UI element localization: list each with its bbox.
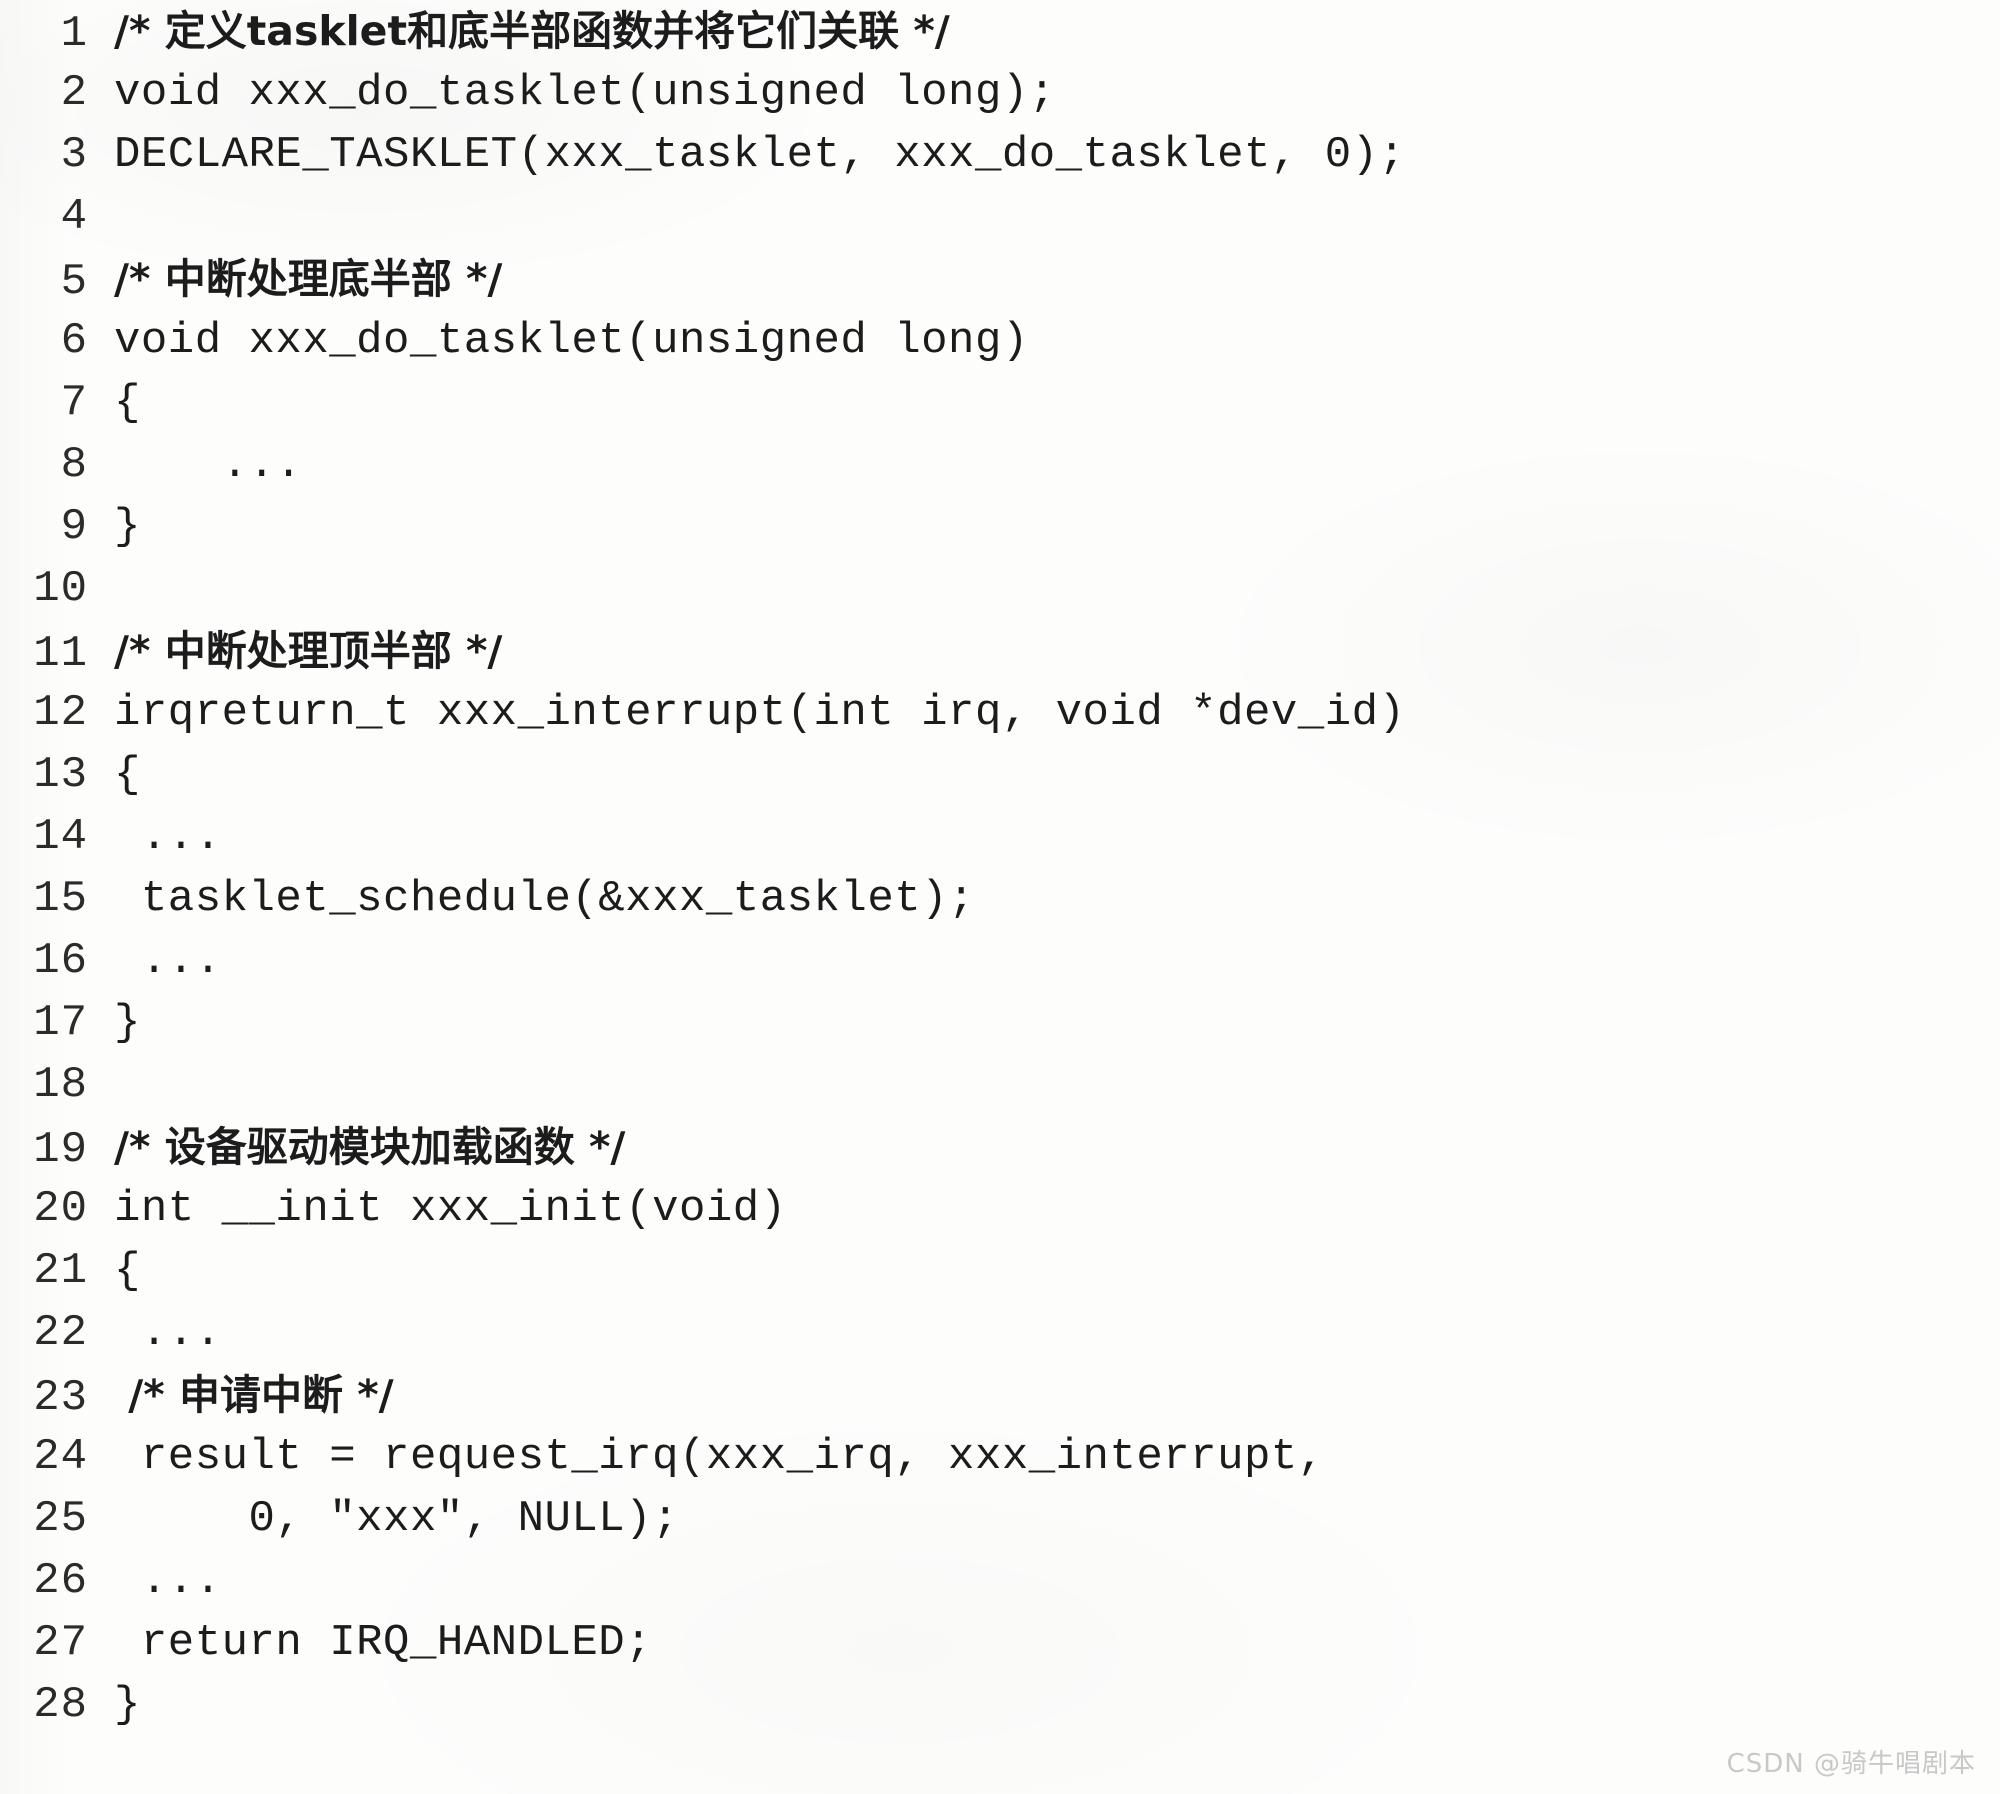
code-line: 20 int __init xxx_init(void) (0, 1178, 2000, 1240)
line-code: /* 中断处理顶半部 */ (114, 627, 503, 675)
line-number: 27 (33, 1618, 88, 1668)
line-number: 13 (33, 750, 88, 800)
line-code: irqreturn_t xxx_interrupt(int irq, void … (114, 688, 1406, 738)
code-line: 14 ... (0, 806, 2000, 868)
line-number: 11 (33, 629, 88, 679)
code-line: 24 result = request_irq(xxx_irq, xxx_int… (0, 1426, 2000, 1488)
line-code: ... (114, 1556, 222, 1606)
line-number: 2 (60, 68, 88, 118)
line-code: { (114, 750, 141, 800)
line-code: /* 定义tasklet和底半部函数并将它们关联 */ (114, 7, 950, 55)
line-number: 14 (33, 812, 88, 862)
line-code: ... (114, 1308, 222, 1358)
line-code: result = request_irq(xxx_irq, xxx_interr… (114, 1432, 1325, 1482)
code-line: 11 /* 中断处理顶半部 */ (0, 620, 2000, 682)
line-code: 0, "xxx", NULL); (114, 1494, 679, 1544)
code-line: 18 (0, 1054, 2000, 1116)
line-code: } (114, 502, 141, 552)
code-line: 6 void xxx_do_tasklet(unsigned long) (0, 310, 2000, 372)
code-line: 5 /* 中断处理底半部 */ (0, 248, 2000, 310)
code-line: 27 return IRQ_HANDLED; (0, 1612, 2000, 1674)
line-number: 24 (33, 1432, 88, 1482)
line-code: { (114, 1246, 141, 1296)
line-code: return IRQ_HANDLED; (114, 1618, 653, 1668)
line-number: 19 (33, 1125, 88, 1175)
code-line: 4 (0, 186, 2000, 248)
line-number: 5 (60, 257, 88, 307)
code-line: 9} (0, 496, 2000, 558)
line-code: void xxx_do_tasklet(unsigned long) (114, 316, 1029, 366)
line-number: 6 (60, 316, 88, 366)
line-code: ... (114, 936, 222, 986)
line-code: ... (114, 812, 222, 862)
line-code: /* 中断处理底半部 */ (114, 255, 503, 303)
line-code: } (114, 998, 141, 1048)
code-line: 8 ... (0, 434, 2000, 496)
code-line: 26 ... (0, 1550, 2000, 1612)
code-line: 16 ... (0, 930, 2000, 992)
code-line: 25 0, "xxx", NULL); (0, 1488, 2000, 1550)
code-line: 7{ (0, 372, 2000, 434)
line-code: int __init xxx_init(void) (114, 1184, 787, 1234)
line-number: 3 (60, 130, 88, 180)
line-number: 12 (33, 688, 88, 738)
line-number: 1 (60, 9, 88, 59)
line-number: 10 (33, 564, 88, 614)
code-line: 3 DECLARE_TASKLET(xxx_tasklet, xxx_do_tas… (0, 124, 2000, 186)
line-number: 21 (33, 1246, 88, 1296)
line-number: 9 (60, 502, 88, 552)
line-number: 20 (33, 1184, 88, 1234)
line-number: 4 (60, 192, 88, 242)
code-line: 17} (0, 992, 2000, 1054)
code-line: 13 { (0, 744, 2000, 806)
line-code: } (114, 1680, 141, 1730)
code-line: 19 /* 设备驱动模块加载函数 */ (0, 1116, 2000, 1178)
code-line: 1 /* 定义tasklet和底半部函数并将它们关联 */ (0, 0, 2000, 62)
code-line: 10 (0, 558, 2000, 620)
code-line: 12 irqreturn_t xxx_interrupt(int irq, voi… (0, 682, 2000, 744)
line-code: ... (114, 440, 303, 490)
line-code: { (114, 378, 141, 428)
code-line: 28} (0, 1674, 2000, 1736)
line-number: 23 (33, 1373, 88, 1423)
line-number: 16 (33, 936, 88, 986)
code-line: 22 ... (0, 1302, 2000, 1364)
csdn-watermark: CSDN @骑牛唱剧本 (1726, 1749, 1976, 1779)
scanned-page: 1 /* 定义tasklet和底半部函数并将它们关联 */ 2 void xxx_do… (0, 0, 2000, 1794)
line-number: 15 (33, 874, 88, 924)
line-number: 7 (60, 378, 88, 428)
line-number: 28 (33, 1680, 88, 1730)
code-line: 21 { (0, 1240, 2000, 1302)
line-code: tasklet_schedule(&xxx_tasklet); (114, 874, 975, 924)
line-number: 18 (33, 1060, 88, 1110)
line-code: void xxx_do_tasklet(unsigned long); (114, 68, 1056, 118)
code-line: 15 tasklet_schedule(&xxx_tasklet); (0, 868, 2000, 930)
line-code: /* 申请中断 */ (114, 1371, 394, 1419)
line-code: DECLARE_TASKLET(xxx_tasklet, xxx_do_task… (114, 130, 1406, 180)
line-number: 8 (60, 440, 88, 490)
line-number: 25 (33, 1494, 88, 1544)
line-code: /* 设备驱动模块加载函数 */ (114, 1123, 626, 1171)
line-number: 17 (33, 998, 88, 1048)
code-line: 2 void xxx_do_tasklet(unsigned long); (0, 62, 2000, 124)
line-number: 22 (33, 1308, 88, 1358)
code-listing: 1 /* 定义tasklet和底半部函数并将它们关联 */ 2 void xxx_do… (0, 0, 2000, 1736)
code-line: 23 /* 申请中断 */ (0, 1364, 2000, 1426)
line-number: 26 (33, 1556, 88, 1606)
